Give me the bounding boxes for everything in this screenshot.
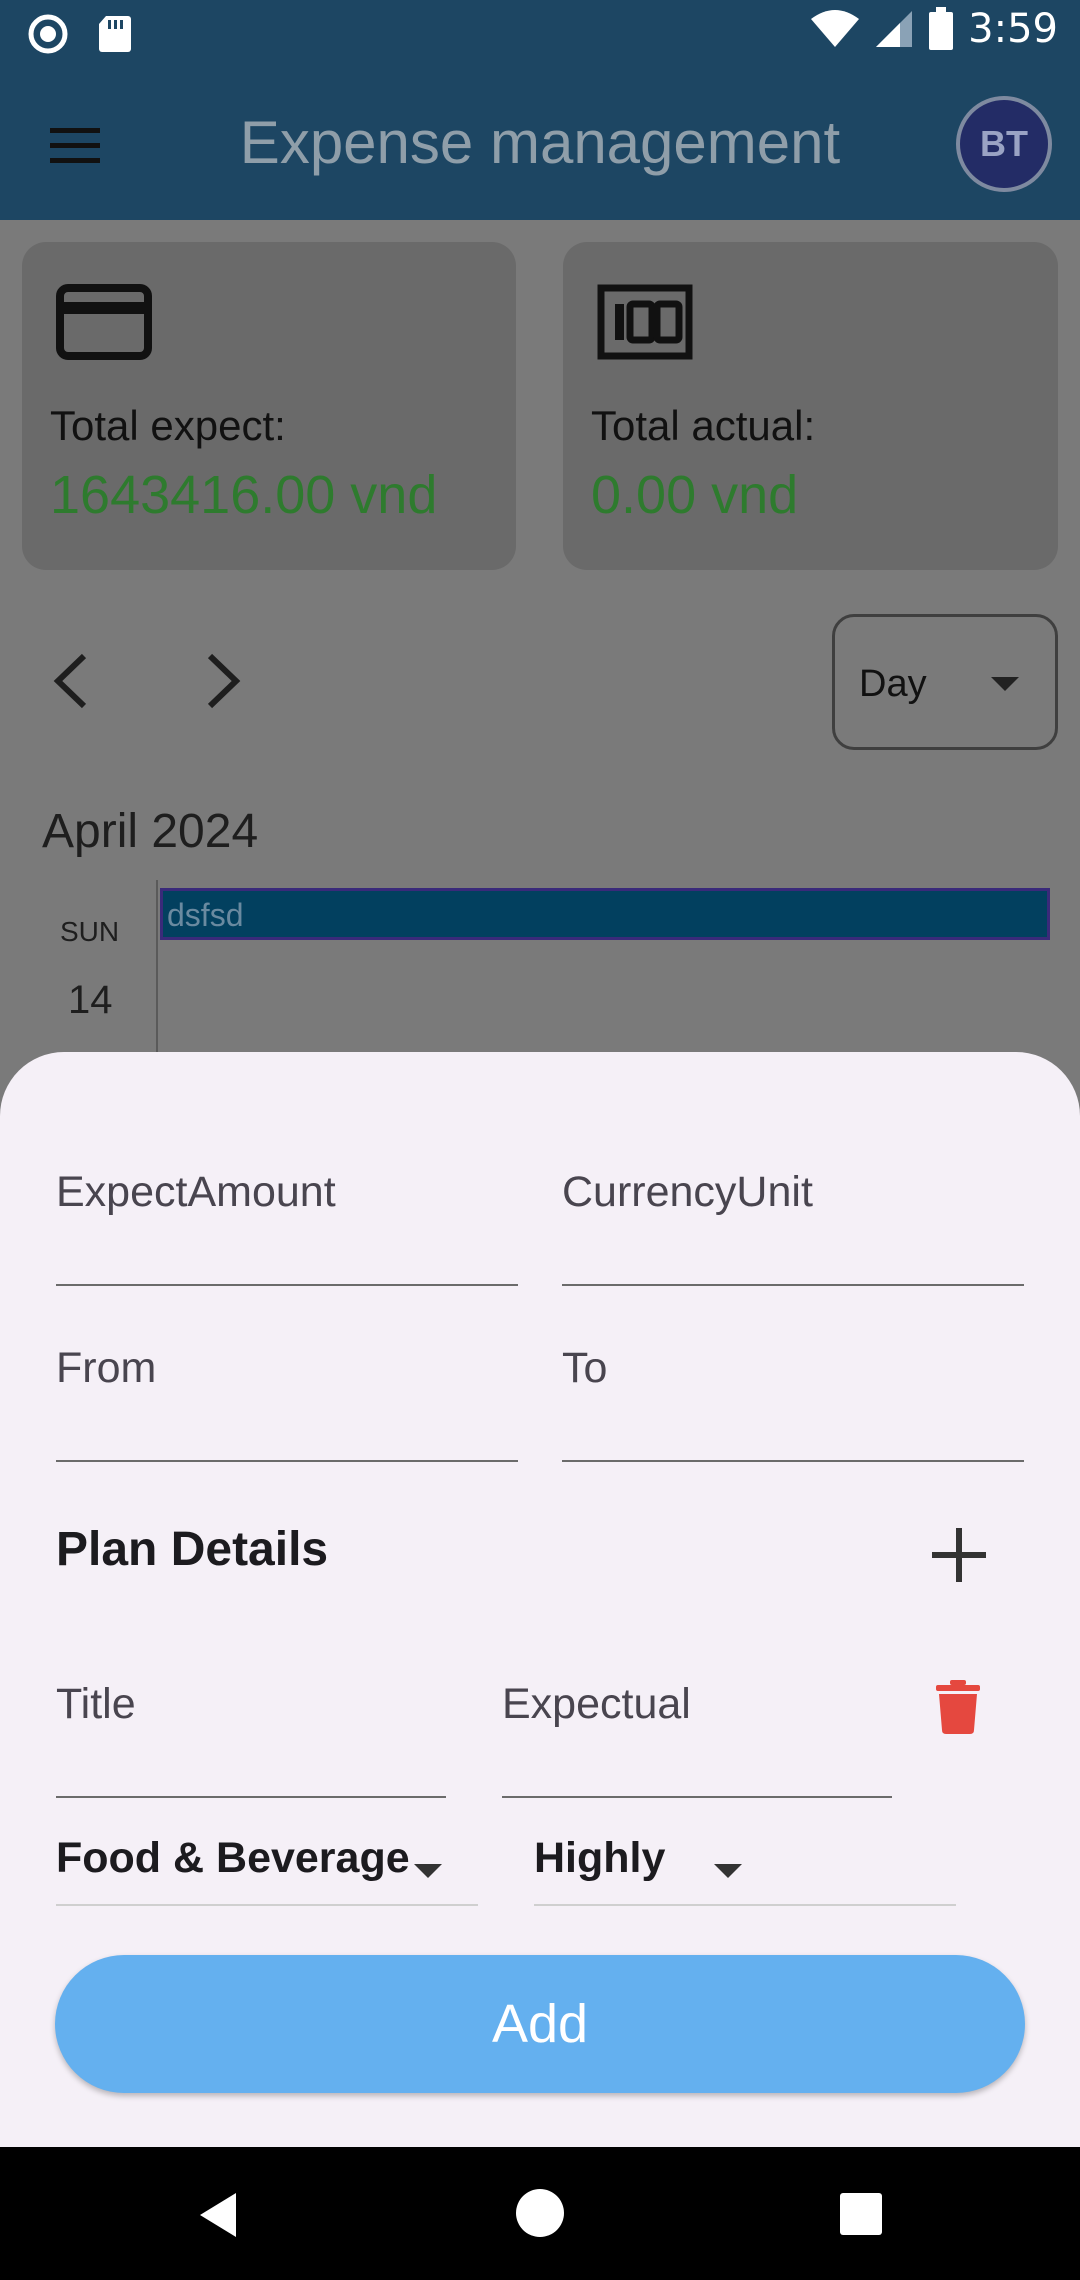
currency-unit-label: CurrencyUnit bbox=[562, 1168, 813, 1216]
trash-icon[interactable] bbox=[936, 1680, 980, 1734]
from-label: From bbox=[56, 1344, 157, 1392]
recent-apps-icon[interactable] bbox=[840, 2193, 882, 2235]
app-bar: Expense management BT bbox=[0, 68, 1080, 220]
system-nav-bar bbox=[0, 2147, 1080, 2280]
sd-card-icon bbox=[99, 16, 131, 52]
clock: 3:59 bbox=[968, 6, 1058, 52]
avatar[interactable]: BT bbox=[956, 96, 1052, 192]
total-actual-label: Total actual: bbox=[591, 402, 816, 449]
detail-expectual-field[interactable]: Expectual bbox=[502, 1680, 892, 1798]
day-of-week: SUN bbox=[60, 916, 120, 947]
view-mode-value: Day bbox=[859, 663, 927, 705]
category-dropdown[interactable]: Food & Beverage bbox=[56, 1834, 478, 1906]
total-actual-card: Total actual: 0.00 vnd bbox=[563, 242, 1058, 570]
dropdown-arrow-icon bbox=[714, 1864, 742, 1878]
dropdown-arrow-icon bbox=[414, 1864, 442, 1878]
from-field[interactable]: From bbox=[56, 1344, 518, 1462]
add-button[interactable]: Add bbox=[55, 1955, 1025, 2093]
credit-card-icon bbox=[56, 284, 152, 360]
page-title: Expense management bbox=[239, 109, 841, 176]
plan-details-title: Plan Details bbox=[56, 1523, 329, 1576]
chevron-right-icon[interactable] bbox=[186, 646, 256, 716]
detail-expectual-label: Expectual bbox=[502, 1680, 691, 1728]
calendar-divider bbox=[156, 880, 158, 1060]
home-icon[interactable] bbox=[516, 2189, 564, 2237]
expect-amount-field[interactable]: ExpectAmount bbox=[56, 1168, 518, 1286]
priority-value: Highly bbox=[534, 1834, 666, 1882]
month-title: April 2024 bbox=[42, 805, 259, 858]
record-icon bbox=[28, 14, 68, 54]
signal-icon bbox=[876, 11, 913, 47]
day-number: 14 bbox=[68, 978, 113, 1022]
back-icon[interactable] bbox=[196, 2191, 240, 2239]
priority-dropdown[interactable]: Highly bbox=[534, 1834, 956, 1906]
wifi-icon bbox=[811, 10, 860, 47]
chevron-left-icon[interactable] bbox=[38, 646, 108, 716]
dropdown-arrow-icon bbox=[991, 677, 1019, 691]
total-expect-label: Total expect: bbox=[50, 402, 286, 449]
hundred-icon bbox=[597, 284, 693, 360]
detail-title-field[interactable]: Title bbox=[56, 1680, 446, 1798]
total-expect-card: Total expect: 1643416.00 vnd bbox=[22, 242, 516, 570]
battery-icon bbox=[929, 7, 954, 50]
detail-title-label: Title bbox=[56, 1680, 136, 1728]
to-field[interactable]: To bbox=[562, 1344, 1024, 1462]
total-actual-value: 0.00 vnd bbox=[591, 465, 799, 525]
category-value: Food & Beverage bbox=[56, 1834, 410, 1882]
currency-unit-field[interactable]: CurrencyUnit bbox=[562, 1168, 1024, 1286]
calendar-event[interactable]: dsfsd bbox=[160, 888, 1050, 940]
status-bar: 3:59 bbox=[0, 0, 1080, 68]
plus-icon[interactable] bbox=[930, 1526, 988, 1584]
view-mode-select[interactable]: Day bbox=[832, 614, 1058, 750]
expect-amount-label: ExpectAmount bbox=[56, 1168, 336, 1216]
total-expect-value: 1643416.00 vnd bbox=[50, 465, 438, 525]
to-label: To bbox=[562, 1344, 608, 1392]
